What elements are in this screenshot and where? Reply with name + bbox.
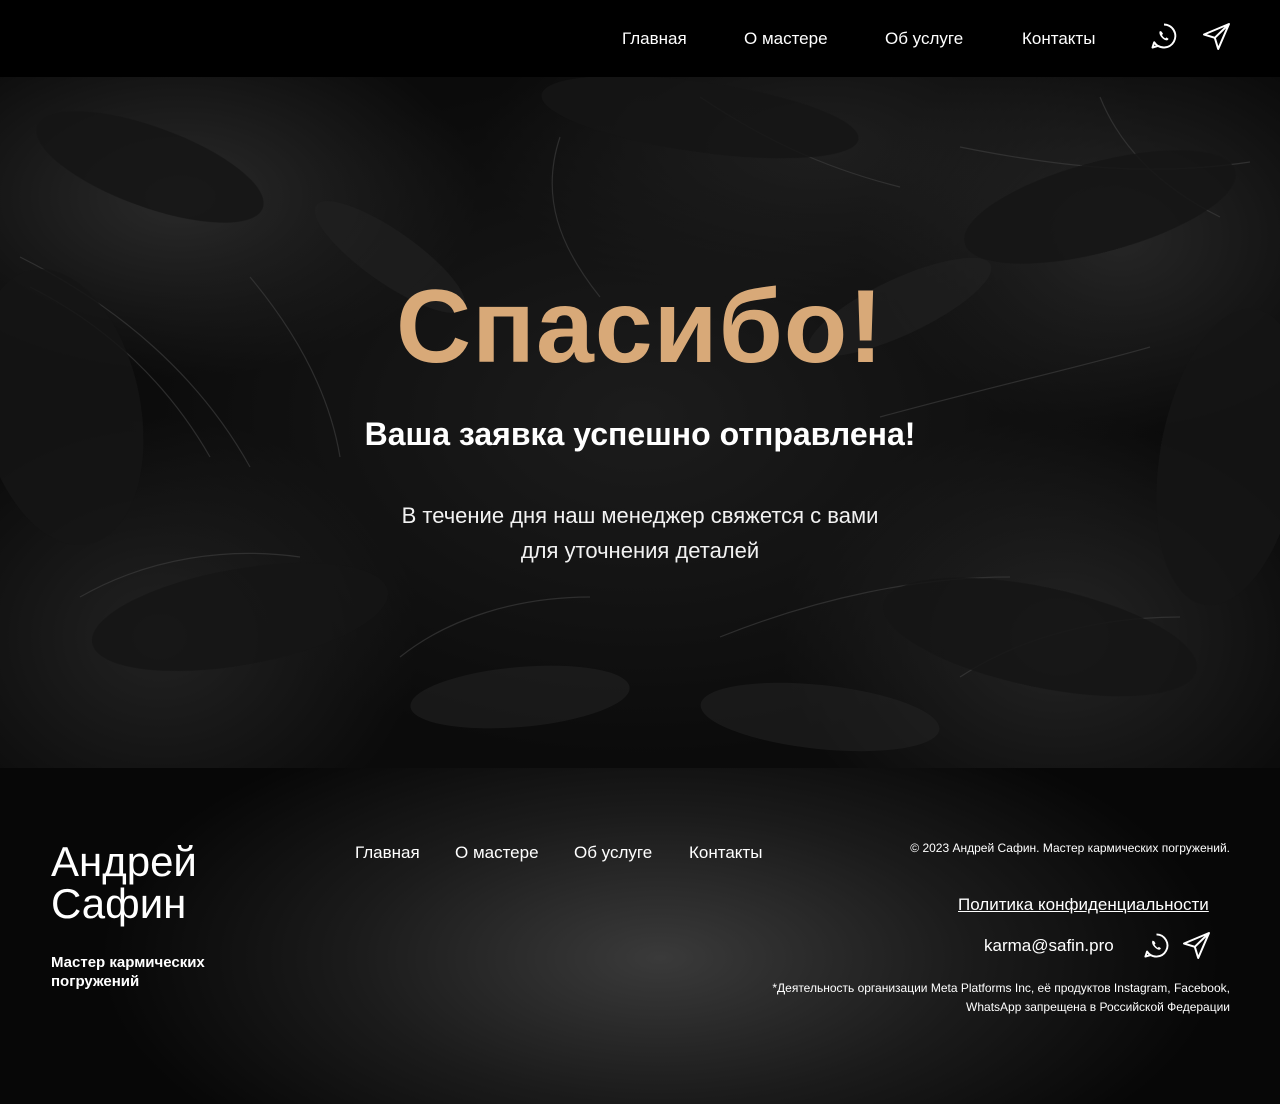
footer-whatsapp-icon[interactable]: [1143, 932, 1170, 959]
nav-contacts-link[interactable]: Контакты: [1022, 29, 1095, 49]
site-footer: Андрей Сафин Мастер кармических погружен…: [0, 768, 1280, 1104]
manager-contact-line-1: В течение дня наш менеджер свяжется с ва…: [401, 503, 879, 528]
nav-about-link[interactable]: О мастере: [744, 29, 828, 49]
meta-disclaimer-line-1: *Деятельность организации Meta Platforms…: [772, 981, 1230, 995]
nav-home-link[interactable]: Главная: [622, 29, 687, 49]
footer-name-last: Сафин: [51, 880, 187, 927]
copyright-text: © 2023 Андрей Сафин. Мастер кармических …: [910, 841, 1230, 855]
footer-tagline-line-2: погружений: [51, 973, 140, 990]
footer-nav-about-link[interactable]: О мастере: [455, 843, 539, 863]
nav-service-link[interactable]: Об услуге: [885, 29, 963, 49]
footer-logo-name: Андрей Сафин: [51, 841, 197, 925]
meta-disclaimer: *Деятельность организации Meta Platforms…: [710, 979, 1230, 1017]
email-link[interactable]: karma@safin.pro: [984, 936, 1114, 956]
footer-telegram-icon[interactable]: [1182, 931, 1211, 960]
manager-contact-text: В течение дня наш менеджер свяжется с ва…: [0, 498, 1280, 568]
footer-nav-home-link[interactable]: Главная: [355, 843, 420, 863]
site-header: Главная О мастере Об услуге Контакты: [0, 0, 1280, 77]
footer-tagline: Мастер кармических погружений: [51, 953, 231, 991]
manager-contact-line-2: для уточнения деталей: [520, 538, 760, 563]
footer-nav-service-link[interactable]: Об услуге: [574, 843, 652, 863]
footer-name-first: Андрей: [51, 838, 197, 885]
thank-you-title: Спасибо!: [396, 269, 884, 385]
success-subtitle: Ваша заявка успешно отправлена!: [364, 416, 916, 452]
meta-disclaimer-line-2: WhatsApp запрещена в Российской Федераци…: [966, 1000, 1230, 1014]
whatsapp-icon[interactable]: [1150, 22, 1178, 50]
telegram-icon[interactable]: [1202, 22, 1231, 51]
footer-tagline-line-1: Мастер кармических: [51, 954, 205, 971]
page: Главная О мастере Об услуге Контакты Спа…: [0, 0, 1280, 1104]
privacy-policy-link[interactable]: Политика конфиденциальности: [958, 895, 1209, 915]
hero-section: Спасибо! Ваша заявка успешно отправлена!…: [0, 77, 1280, 768]
footer-nav-contacts-link[interactable]: Контакты: [689, 843, 762, 863]
